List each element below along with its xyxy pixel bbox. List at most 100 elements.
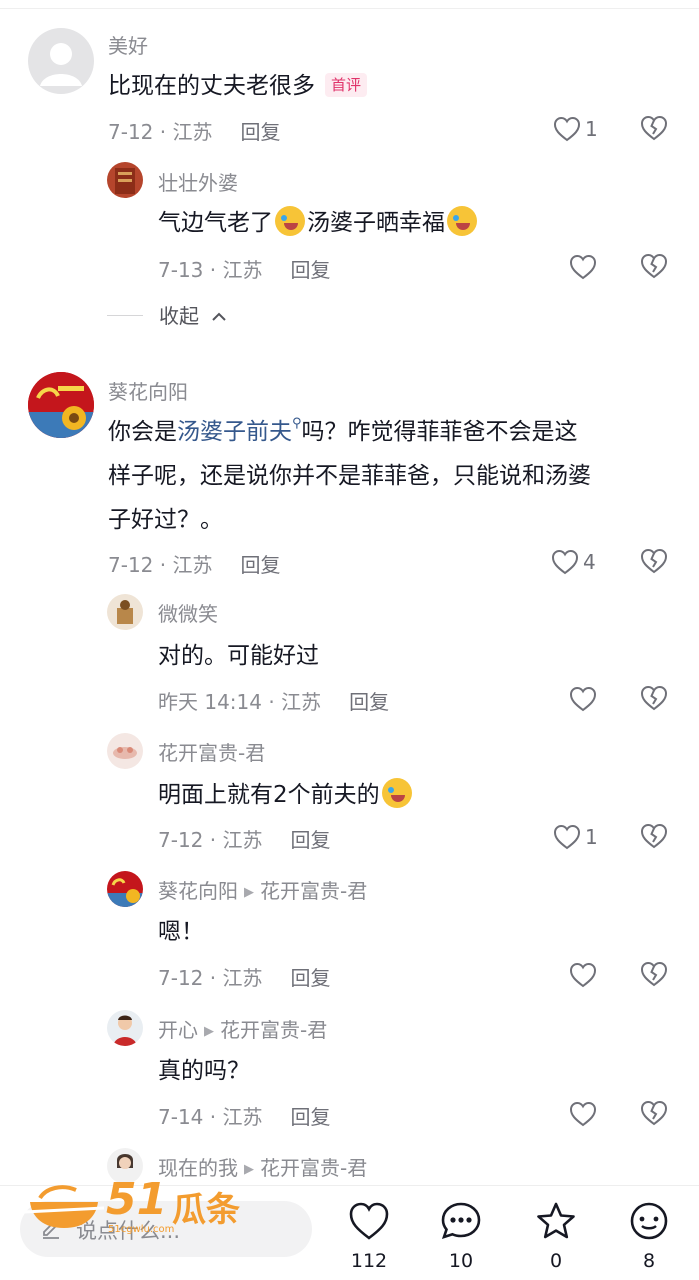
comment-meta: 7-12 · 江苏 回复 — [108, 549, 280, 578]
avatar[interactable] — [107, 733, 143, 769]
heart-icon — [569, 1101, 597, 1127]
laugh-cry-emoji-icon — [447, 206, 477, 236]
broken-heart-icon — [640, 548, 668, 574]
like-button[interactable]: 1 — [553, 114, 613, 148]
dislike-button[interactable] — [640, 685, 670, 715]
like-total: 112 — [350, 1250, 388, 1272]
comment-meta: 7-14 · 江苏 回复 — [158, 1101, 330, 1130]
reply-button[interactable]: 回复 — [240, 553, 280, 577]
reply-arrow-icon: ▶ — [244, 885, 254, 900]
comment-input-placeholder: 说点什么... — [76, 1219, 181, 1243]
comment-time: 7-12 · 江苏 — [108, 120, 213, 144]
comment-text-body: 比现在的丈夫老很多 — [108, 73, 315, 99]
like-button[interactable]: 1 — [553, 822, 613, 856]
comment-meta: 7-13 · 江苏 回复 — [158, 254, 330, 283]
username[interactable]: 现在的我 ▶ 花开富贵-君 — [158, 1152, 367, 1181]
username[interactable]: 美好 — [108, 30, 148, 59]
comment-text[interactable]: 真的吗？ — [158, 1049, 250, 1093]
reply-target-username[interactable]: 花开富贵-君 — [220, 1018, 327, 1042]
avatar[interactable] — [28, 372, 94, 438]
favorite-action-button[interactable]: 0 — [526, 1200, 586, 1280]
username[interactable]: 葵花向阳 ▶ 花开富贵-君 — [158, 875, 367, 904]
like-button[interactable] — [569, 1099, 629, 1133]
share-action-button[interactable]: 8 — [619, 1200, 679, 1280]
avatar[interactable] — [107, 1148, 143, 1184]
avatar[interactable] — [107, 594, 143, 630]
reply-button[interactable]: 回复 — [290, 966, 330, 990]
comment-time: 昨天 14:14 · 江苏 — [158, 690, 322, 714]
comment-bubble-icon — [441, 1202, 481, 1240]
comment-text[interactable]: 比现在的丈夫老很多 首评 — [108, 64, 368, 108]
username-text: 现在的我 — [158, 1156, 238, 1180]
avatar[interactable] — [107, 162, 143, 198]
avatar[interactable] — [107, 871, 143, 907]
username[interactable]: 花开富贵-君 — [158, 737, 265, 766]
search-keyword-link[interactable]: 汤婆子前夫 — [177, 419, 292, 445]
like-count: 1 — [585, 117, 598, 141]
comment-time: 7-12 · 江苏 — [108, 553, 213, 577]
username[interactable]: 壮壮外婆 — [158, 167, 238, 196]
reply-button[interactable]: 回复 — [290, 1105, 330, 1129]
comment-text-line: 子好过？。 — [108, 507, 223, 533]
reply-button[interactable]: 回复 — [240, 120, 280, 144]
dislike-button[interactable] — [640, 961, 670, 991]
comment-input[interactable]: 说点什么... — [20, 1201, 312, 1257]
comment-text[interactable]: 气边气老了 汤婆子晒幸福 — [158, 200, 479, 245]
heart-icon — [553, 116, 581, 142]
comment-meta: 7-12 · 江苏 回复 — [158, 824, 330, 853]
reply-button[interactable]: 回复 — [290, 258, 330, 282]
dislike-button[interactable] — [640, 548, 670, 578]
collapse-label: 收起 — [159, 304, 199, 328]
heart-icon — [551, 549, 579, 575]
comment-text-body: 你会是 — [108, 419, 177, 445]
favorite-total: 0 — [549, 1250, 563, 1272]
like-button[interactable] — [569, 684, 629, 718]
divider — [107, 315, 143, 316]
dislike-button[interactable] — [640, 253, 670, 283]
like-button[interactable]: 4 — [551, 547, 611, 581]
reply-button[interactable]: 回复 — [290, 828, 330, 852]
dislike-button[interactable] — [640, 115, 670, 145]
share-icon — [630, 1202, 668, 1240]
collapse-replies-button[interactable]: 收起 — [107, 300, 227, 329]
reply-target-username[interactable]: 花开富贵-君 — [260, 1156, 367, 1180]
broken-heart-icon — [640, 115, 668, 141]
comment-time: 7-13 · 江苏 — [158, 258, 263, 282]
username[interactable]: 微微笑 — [158, 598, 218, 627]
avatar[interactable] — [107, 1010, 143, 1046]
comment-time: 7-14 · 江苏 — [158, 1105, 263, 1129]
dislike-button[interactable] — [640, 1100, 670, 1130]
broken-heart-icon — [640, 823, 668, 849]
pencil-icon — [43, 1220, 59, 1239]
dislike-button[interactable] — [640, 823, 670, 853]
comment-text[interactable]: 嗯！ — [158, 910, 204, 954]
share-total: 8 — [642, 1250, 656, 1272]
like-action-button[interactable]: 112 — [339, 1200, 399, 1280]
broken-heart-icon — [640, 1100, 668, 1126]
reply-target-username[interactable]: 花开富贵-君 — [260, 879, 367, 903]
comment-text-body: 气边气老了 — [158, 210, 273, 236]
like-button[interactable] — [569, 252, 629, 286]
comment-time: 7-12 · 江苏 — [158, 828, 263, 852]
comment-text-body: 吗？咋觉得菲菲爸不会是这 — [301, 419, 578, 445]
reply-arrow-icon: ▶ — [244, 1162, 254, 1177]
top-divider — [0, 8, 699, 9]
username-text: 葵花向阳 — [158, 879, 238, 903]
comment-text[interactable]: 明面上就有2个前夫的 — [158, 772, 414, 817]
comment-text[interactable]: 对的。可能好过 — [158, 634, 319, 678]
comment-text-line: 样子呢，还是说你并不是菲菲爸，只能说和汤婆 — [108, 463, 591, 489]
comment-action-button[interactable]: 10 — [431, 1200, 491, 1280]
avatar[interactable] — [28, 28, 94, 94]
comment-time: 7-12 · 江苏 — [158, 966, 263, 990]
heart-icon — [569, 686, 597, 712]
reply-arrow-icon: ▶ — [204, 1024, 214, 1039]
reply-button[interactable]: 回复 — [349, 690, 389, 714]
like-button[interactable] — [569, 960, 629, 994]
username[interactable]: 葵花向阳 — [108, 376, 188, 405]
like-count: 4 — [583, 550, 596, 574]
laugh-cry-emoji-icon — [275, 206, 305, 236]
comment-text-body: 汤婆子晒幸福 — [307, 210, 445, 236]
username[interactable]: 开心 ▶ 花开富贵-君 — [158, 1014, 327, 1043]
first-comment-badge: 首评 — [325, 73, 368, 97]
comment-text[interactable]: 你会是汤婆子前夫⚲吗？咋觉得菲菲爸不会是这 — [108, 410, 578, 458]
